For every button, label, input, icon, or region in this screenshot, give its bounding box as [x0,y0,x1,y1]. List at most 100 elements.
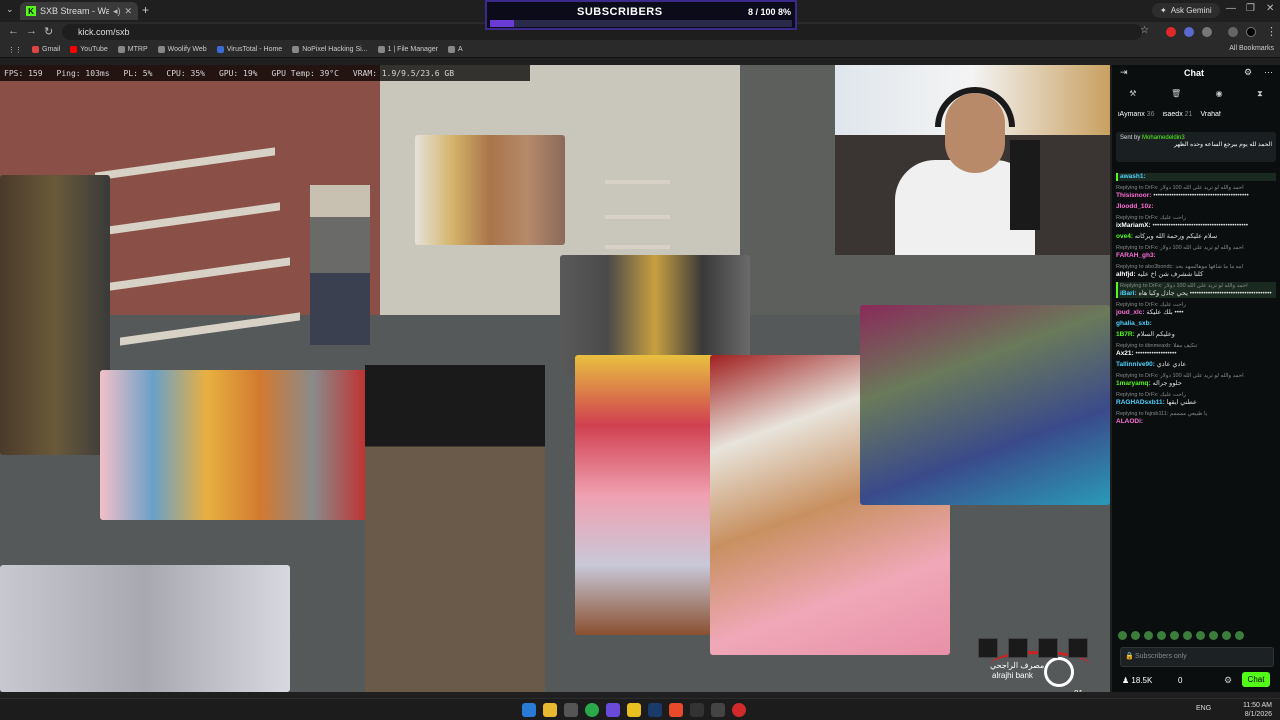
collapse-chat-icon[interactable]: ⇥ [1120,67,1128,78]
chat-username[interactable]: Thisisnoor: [1116,192,1151,199]
chat-message[interactable]: Replying to DrFx: راحت عليك RAGHADsxb11: … [1116,391,1276,407]
close-window-button[interactable]: ✕ [1266,3,1274,14]
trash-icon[interactable]: 🗑 [1171,89,1181,103]
maximize-button[interactable]: ❐ [1246,3,1255,14]
hud-item-bar [978,638,1088,658]
bookmark-woolify[interactable]: Woolify Web [157,46,207,53]
more-options-icon[interactable]: ⋯ [1264,67,1273,78]
emote-icon[interactable] [1196,631,1205,640]
bookmark-nopixel[interactable]: NoPixel Hacking Si... [292,46,368,53]
minimize-button[interactable]: — [1226,3,1236,14]
chat-message[interactable]: ghalia_sxb: [1116,320,1276,328]
app-icon[interactable] [690,703,704,717]
emote-icon[interactable] [1209,631,1218,640]
profile-avatar[interactable] [1246,27,1256,37]
chat-username[interactable]: joud_xlc: [1116,309,1145,316]
windows-start-icon[interactable] [522,703,536,717]
emote-icon[interactable] [1222,631,1231,640]
chat-message[interactable]: Replying to abo3bondc: امه ما ما شافها م… [1116,263,1276,279]
tab-audio-icon[interactable]: ◂) [113,6,121,17]
bookmark-gmail[interactable]: Gmail [32,46,60,53]
chat-message[interactable]: ove4: سلام عليكم ورحمة الله وبركاته [1116,233,1276,241]
tab-close-icon[interactable]: ✕ [124,6,132,17]
chat-message-input[interactable]: 🔒 Subscribers only [1120,647,1274,667]
chat-message[interactable]: Replying to DrFx: احمد والله لو تريد على… [1116,244,1276,260]
chat-username[interactable]: ove4: [1116,233,1133,240]
app-icon[interactable] [732,703,746,717]
pinned-message[interactable]: Sent by Mohamedeldin3 الحمد لله يوم بيرج… [1116,132,1276,162]
extension-icon[interactable] [1166,27,1176,37]
chat-username[interactable]: RAGHADsxb11: [1116,399,1165,406]
chat-bubble-icon[interactable]: ◉ [1216,89,1223,103]
chat-message[interactable]: Replying to DrFx: راحت عليك ixMariamX: ••… [1116,214,1276,230]
new-tab-button[interactable]: + [142,3,149,17]
stream-video[interactable]: FPS: 159 Ping: 103ms PL: 5% CPU: 35% GPU… [0,65,1110,692]
chat-message[interactable]: Replying to fajrsb111: يا ظبيعي ممممم ALA… [1116,410,1276,426]
chat-message[interactable]: Replying to DrFx: احمد والله لو تريد على… [1116,184,1276,200]
tab-list-icon[interactable]: ⌄ [6,4,14,15]
chat-settings-icon[interactable]: ⚙ [1224,675,1232,686]
reload-button[interactable]: ↻ [44,25,53,38]
emote-icon[interactable] [1170,631,1179,640]
chat-username[interactable]: ghalia_sxb: [1116,320,1152,327]
chat-username[interactable]: 1B7R: [1116,331,1135,338]
chat-message[interactable]: Jloodd_10z: [1116,203,1276,211]
chat-message[interactable]: Tallinnive90: عادي عادي [1116,361,1276,369]
app-icon[interactable] [627,703,641,717]
app-icon[interactable] [711,703,725,717]
chat-message[interactable]: Replying to iibnmeaxb: تنكيف مقلا Ax21: •… [1116,342,1276,358]
discord-icon[interactable] [606,703,620,717]
brave-icon[interactable] [669,703,683,717]
chat-username[interactable]: Tallinnive90: [1116,361,1155,368]
chat-message[interactable]: 1B7R: وعليكم السلام [1116,331,1276,339]
emote-icon[interactable] [1144,631,1153,640]
all-bookmarks-button[interactable]: All Bookmarks [1229,45,1274,52]
bookmark-youtube[interactable]: YouTube [70,46,108,53]
leader-item[interactable]: iAymanx 36 [1118,111,1154,123]
chat-username[interactable]: Ax21: [1116,350,1134,357]
chat-message[interactable]: Replying to DrFx: احمد والله لو تريد على… [1116,282,1276,298]
emote-icon[interactable] [1131,631,1140,640]
steam-icon[interactable] [648,703,662,717]
forward-button[interactable]: → [26,25,37,37]
emote-icon[interactable] [1157,631,1166,640]
chat-username[interactable]: ALAODi: [1116,418,1143,425]
download-icon[interactable] [1228,27,1238,37]
bookmark-file-manager[interactable]: 1 | File Manager [377,46,438,53]
bookmark-a[interactable]: A [448,46,463,53]
file-explorer-icon[interactable] [543,703,557,717]
leader-item[interactable]: isaedx 21 [1162,111,1192,123]
send-chat-button[interactable]: Chat [1242,672,1270,687]
extension-icon[interactable] [1184,27,1194,37]
mod-hammer-icon[interactable]: ⚒ [1129,89,1136,103]
chat-username[interactable]: iBari: [1120,290,1137,297]
chat-username[interactable]: 1maryamq: [1116,380,1151,387]
store-icon[interactable] [564,703,578,717]
user-settings-icon[interactable]: ⚙ [1244,67,1252,78]
chat-username[interactable]: ixMariamX: [1116,222,1151,229]
bookmark-star-icon[interactable]: ☆ [1140,25,1149,36]
chat-username[interactable]: alhfjd: [1116,271,1136,278]
chrome-icon[interactable] [585,703,599,717]
bookmark-mtrp[interactable]: MTRP [117,46,148,53]
chat-message[interactable]: Replying to DrFx: احمد والله لو تريد على… [1116,372,1276,388]
leader-item[interactable]: Vrahaf [1200,111,1220,123]
language-indicator[interactable]: ENG [1196,705,1211,712]
chat-message[interactable]: awash1: [1116,173,1276,181]
chat-username[interactable]: awash1: [1120,173,1146,180]
extensions-puzzle-icon[interactable] [1202,27,1212,37]
chat-message[interactable]: Replying to DrFx: راحت عليك joud_xlc: بلك… [1116,301,1276,317]
browser-menu-icon[interactable]: ⋮ [1266,25,1277,38]
system-clock[interactable]: 11:50 AM 8/1/2026 [1243,701,1272,719]
emote-icon[interactable] [1118,631,1127,640]
bookmark-virustotal[interactable]: VirusTotal - Home [216,46,282,53]
ask-gemini-button[interactable]: ✦ Ask Gemini [1152,3,1220,18]
tab-kick-stream[interactable]: K SXB Stream - Watch Live on ◂) ✕ [20,2,138,20]
emote-icon[interactable] [1235,631,1244,640]
apps-icon[interactable]: ⋮⋮ [8,46,22,54]
chat-username[interactable]: FARAH_gh3: [1116,252,1156,259]
hourglass-icon[interactable]: ⧗ [1257,89,1263,103]
chat-username[interactable]: Jloodd_10z: [1116,203,1154,210]
back-button[interactable]: ← [8,25,19,37]
emote-icon[interactable] [1183,631,1192,640]
